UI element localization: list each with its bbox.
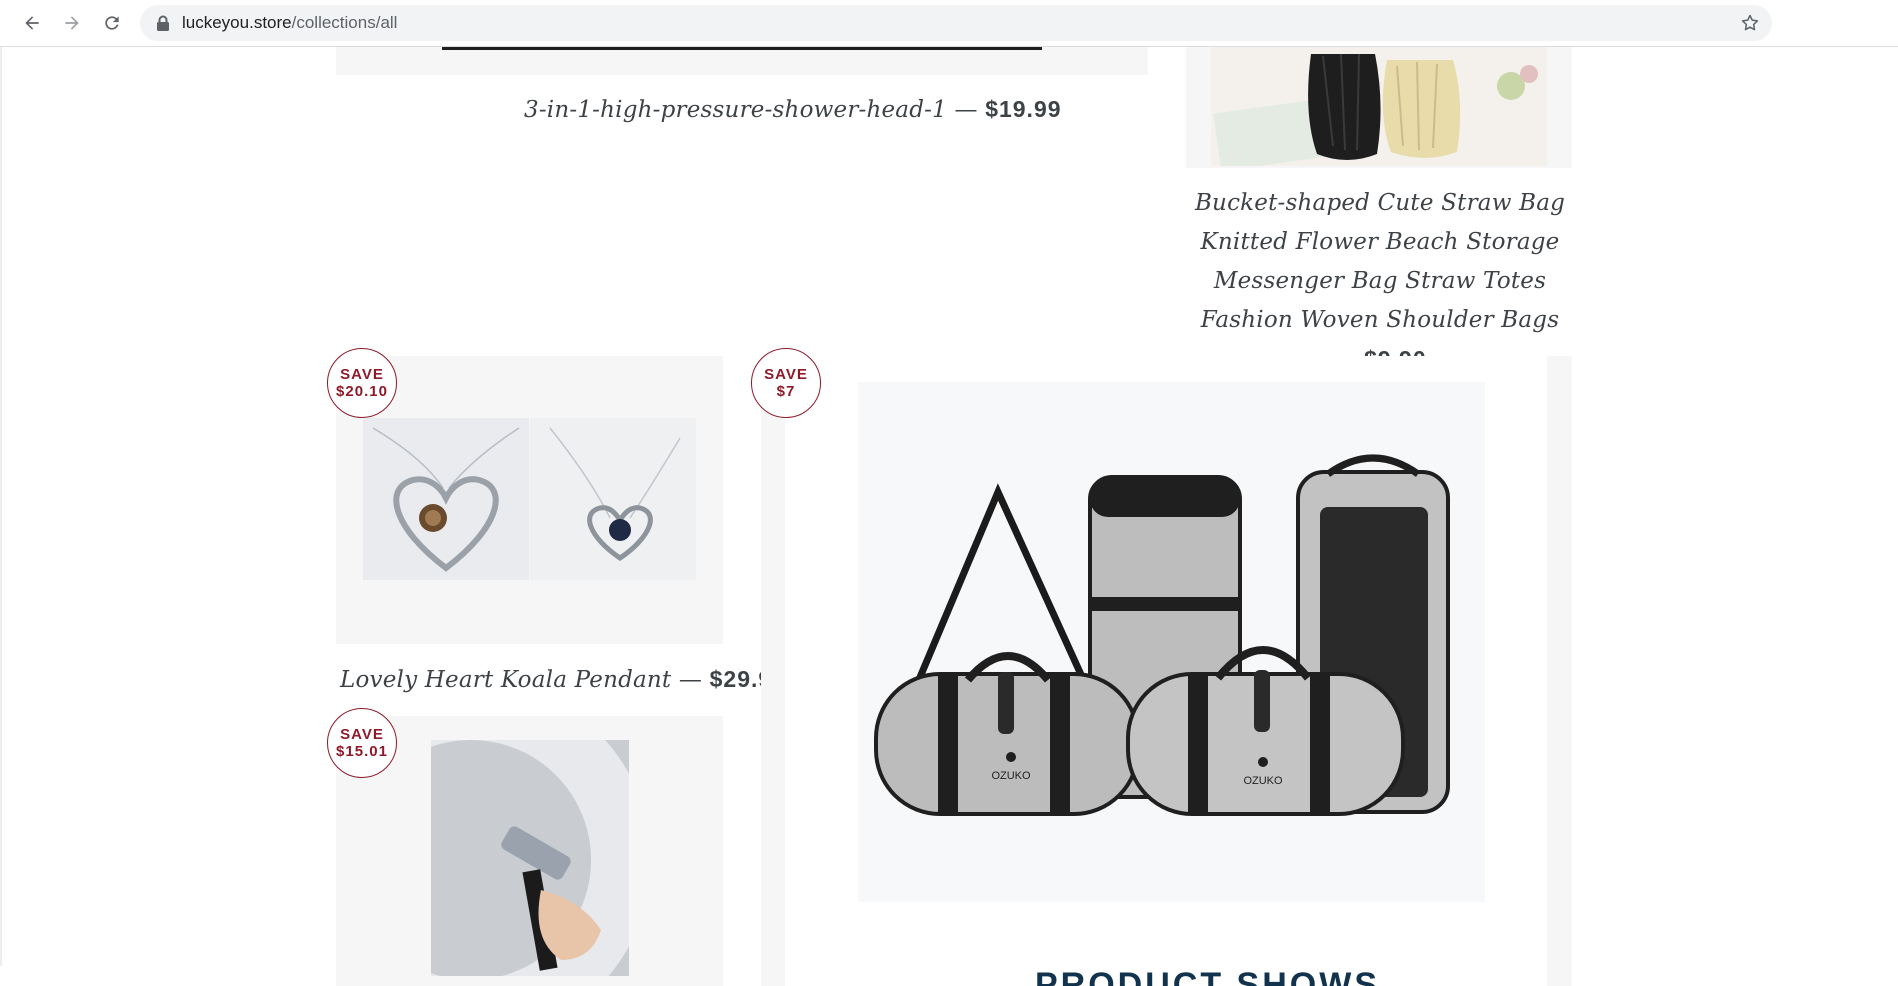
sale-badge: SAVE $7 [751, 348, 821, 418]
title-separator: — [954, 97, 978, 123]
back-button[interactable] [18, 9, 46, 37]
product-title-text: Bucket-shaped Cute Straw Bag Knitted Flo… [1194, 190, 1566, 333]
forward-arrow-icon [65, 16, 79, 30]
product-title-koala-pendant[interactable]: Lovely Heart Koala Pendant — $29.90 [340, 666, 786, 693]
product-image-straw-bag[interactable] [1186, 46, 1572, 168]
url-path: /collections/all [291, 13, 398, 32]
reload-button[interactable] [98, 9, 126, 37]
badge-label: SAVE [340, 366, 384, 383]
bookmark-star-icon[interactable] [1740, 13, 1760, 33]
bag-brand-label: OZUKO [1243, 775, 1283, 787]
badge-amount: $15.01 [336, 743, 388, 760]
product-title-text: 3-in-1-high-pressure-shower-head-1 [524, 97, 947, 123]
reload-icon [105, 16, 119, 30]
pendant-photo-left [363, 418, 529, 580]
product-image-travel-bags[interactable]: OZUKO OZUKO PRODUCT SHOWS [761, 356, 1572, 986]
sale-badge: SAVE $15.01 [327, 708, 397, 778]
title-separator: — [678, 667, 703, 693]
product-image-shower-head[interactable] [336, 46, 1148, 75]
browser-toolbar: luckeyou.store/collections/all [0, 0, 1898, 47]
product-shows-banner: PRODUCT SHOWS [1035, 966, 1380, 986]
product-title-straw-bag[interactable]: Bucket-shaped Cute Straw Bag Knitted Flo… [1188, 184, 1572, 380]
product-title-shower-head[interactable]: 3-in-1-high-pressure-shower-head-1 — $19… [524, 96, 1062, 123]
product-price: $19.99 [985, 96, 1062, 122]
pendant-photo-right [530, 418, 696, 580]
product-title-text: Lovely Heart Koala Pendant [340, 667, 672, 693]
url-host: luckeyou.store [182, 13, 292, 32]
forward-button[interactable] [58, 9, 86, 37]
url-text: luckeyou.store/collections/all [182, 5, 397, 41]
bag-brand-label: OZUKO [991, 770, 1031, 782]
badge-amount: $7 [776, 383, 796, 400]
address-bar[interactable]: luckeyou.store/collections/all [140, 5, 1772, 41]
badge-label: SAVE [340, 726, 384, 743]
collection-page: 3-in-1-high-pressure-shower-head-1 — $19… [0, 46, 1898, 986]
travel-bags-photo: OZUKO OZUKO [858, 382, 1485, 902]
badge-amount: $20.10 [336, 383, 388, 400]
lock-icon [157, 15, 169, 31]
back-arrow-icon [25, 16, 39, 30]
straw-bag-illustration [1211, 46, 1547, 166]
sale-badge: SAVE $20.10 [327, 348, 397, 418]
page-left-border [0, 46, 2, 966]
tire-tool-photo [431, 740, 629, 976]
badge-label: SAVE [764, 366, 808, 383]
